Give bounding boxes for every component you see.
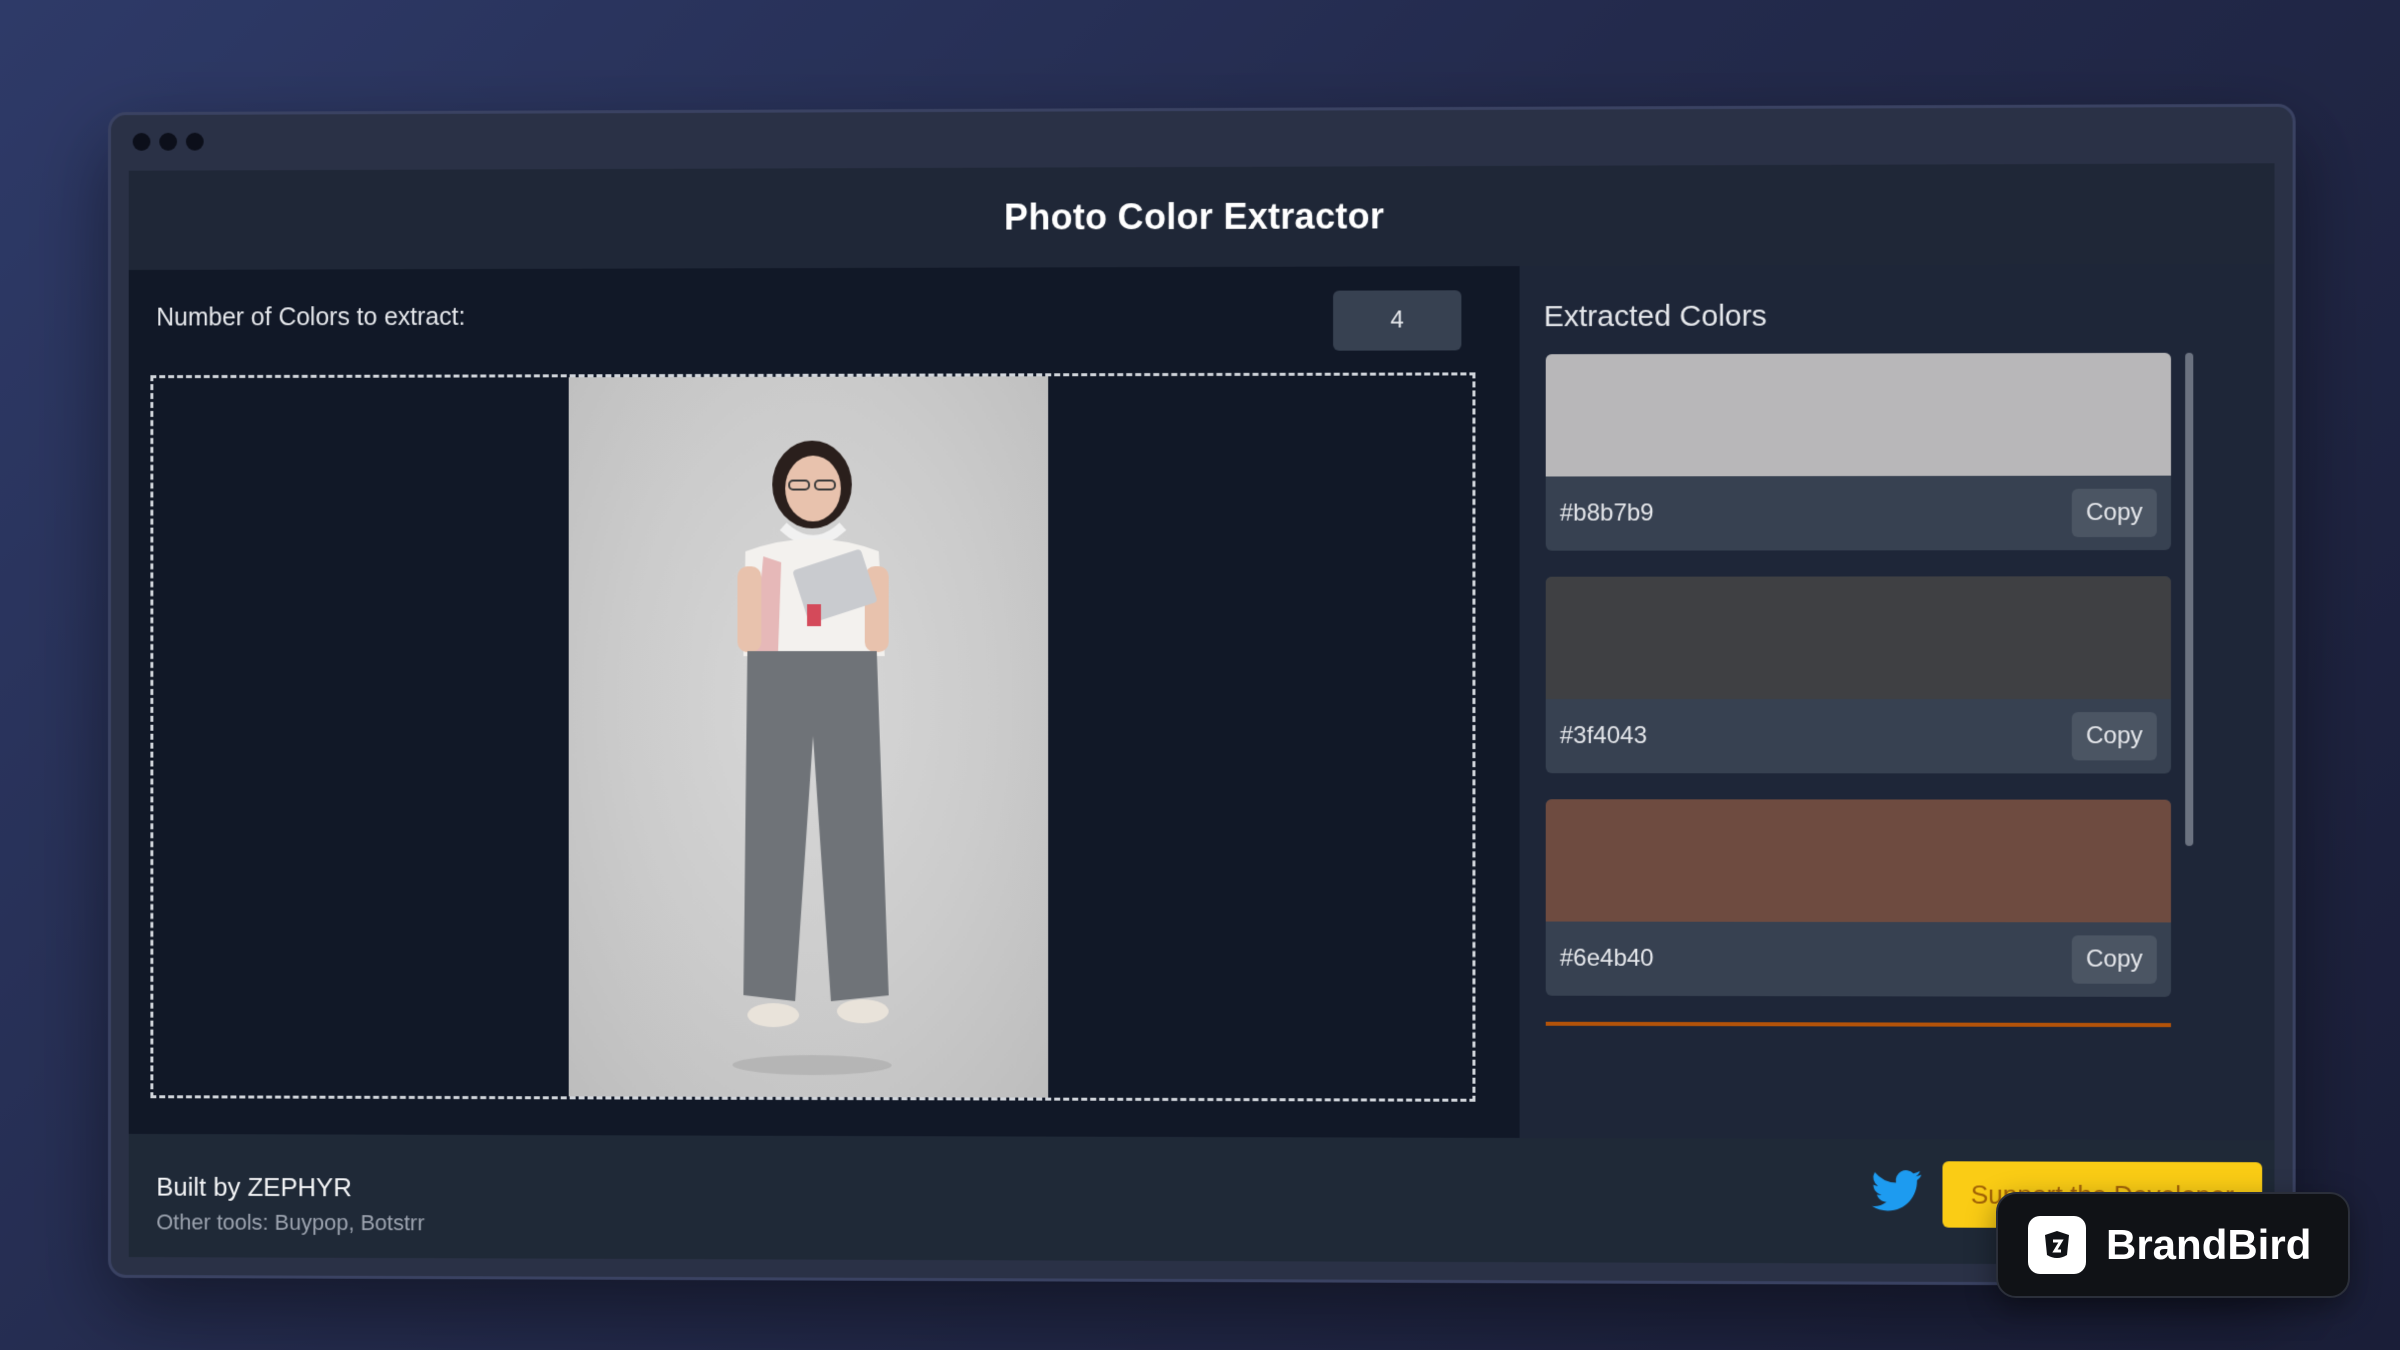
swatch-card: #6e4b40 Copy	[1545, 799, 2171, 997]
swatch-color	[1545, 352, 2171, 477]
swatch-hex: #b8b7b9	[1559, 499, 1654, 527]
num-colors-label: Number of Colors to extract:	[156, 302, 466, 332]
twitter-icon[interactable]	[1868, 1165, 1927, 1215]
window-dot-maximize[interactable]	[185, 132, 204, 151]
swatch-color	[1545, 576, 2171, 700]
brandbird-text: BrandBird	[2106, 1221, 2312, 1268]
swatch-list[interactable]: #b8b7b9 Copy #3f4043 Copy #6e4b40 Copy	[1545, 352, 2181, 1047]
copy-button[interactable]: Copy	[2071, 935, 2157, 984]
page-title: Photo Color Extractor	[1004, 195, 1385, 238]
other-tools-text: Other tools: Buypop, Botstrr	[156, 1209, 425, 1236]
window-dot-minimize[interactable]	[159, 132, 178, 151]
extracted-colors-panel: Extracted Colors #b8b7b9 Copy #3f4043 Co…	[1532, 264, 2275, 1140]
swatch-color	[1545, 799, 2171, 923]
copy-button[interactable]: Copy	[2071, 488, 2157, 538]
swatch-hex: #6e4b40	[1559, 944, 1654, 972]
browser-window: Photo Color Extractor Number of Colors t…	[108, 103, 2296, 1287]
brandbird-logo-icon	[2028, 1216, 2086, 1274]
image-dropzone[interactable]	[150, 372, 1476, 1102]
brandbird-watermark: BrandBird	[1996, 1192, 2350, 1298]
app-container: Photo Color Extractor Number of Colors t…	[128, 163, 2275, 1266]
swatch-card: #b8b7b9 Copy	[1545, 352, 2171, 551]
window-dot-close[interactable]	[132, 132, 151, 151]
upload-panel: Number of Colors to extract:	[128, 266, 1520, 1138]
copy-button[interactable]: Copy	[2071, 712, 2157, 761]
swatch-card: #3f4043 Copy	[1545, 576, 2171, 774]
uploaded-photo	[568, 376, 1049, 1098]
swatch-hex: #3f4043	[1559, 722, 1648, 750]
swatch-row: #3f4043 Copy	[1546, 699, 2171, 773]
swatch-row: #b8b7b9 Copy	[1546, 476, 2171, 551]
built-by-text: Built by ZEPHYR	[156, 1171, 352, 1203]
swatch-row: #6e4b40 Copy	[1546, 922, 2171, 997]
num-colors-input[interactable]	[1333, 290, 1462, 351]
app-header: Photo Color Extractor	[128, 163, 2275, 270]
swatch-scrollbar[interactable]	[2185, 352, 2194, 846]
swatch-card-partial	[1545, 1021, 2171, 1028]
app-footer: Built by ZEPHYR Other tools: Buypop, Bot…	[128, 1133, 2275, 1266]
person-illustration	[732, 440, 892, 1076]
extracted-colors-title: Extracted Colors	[1543, 299, 1767, 334]
window-controls	[132, 132, 204, 151]
